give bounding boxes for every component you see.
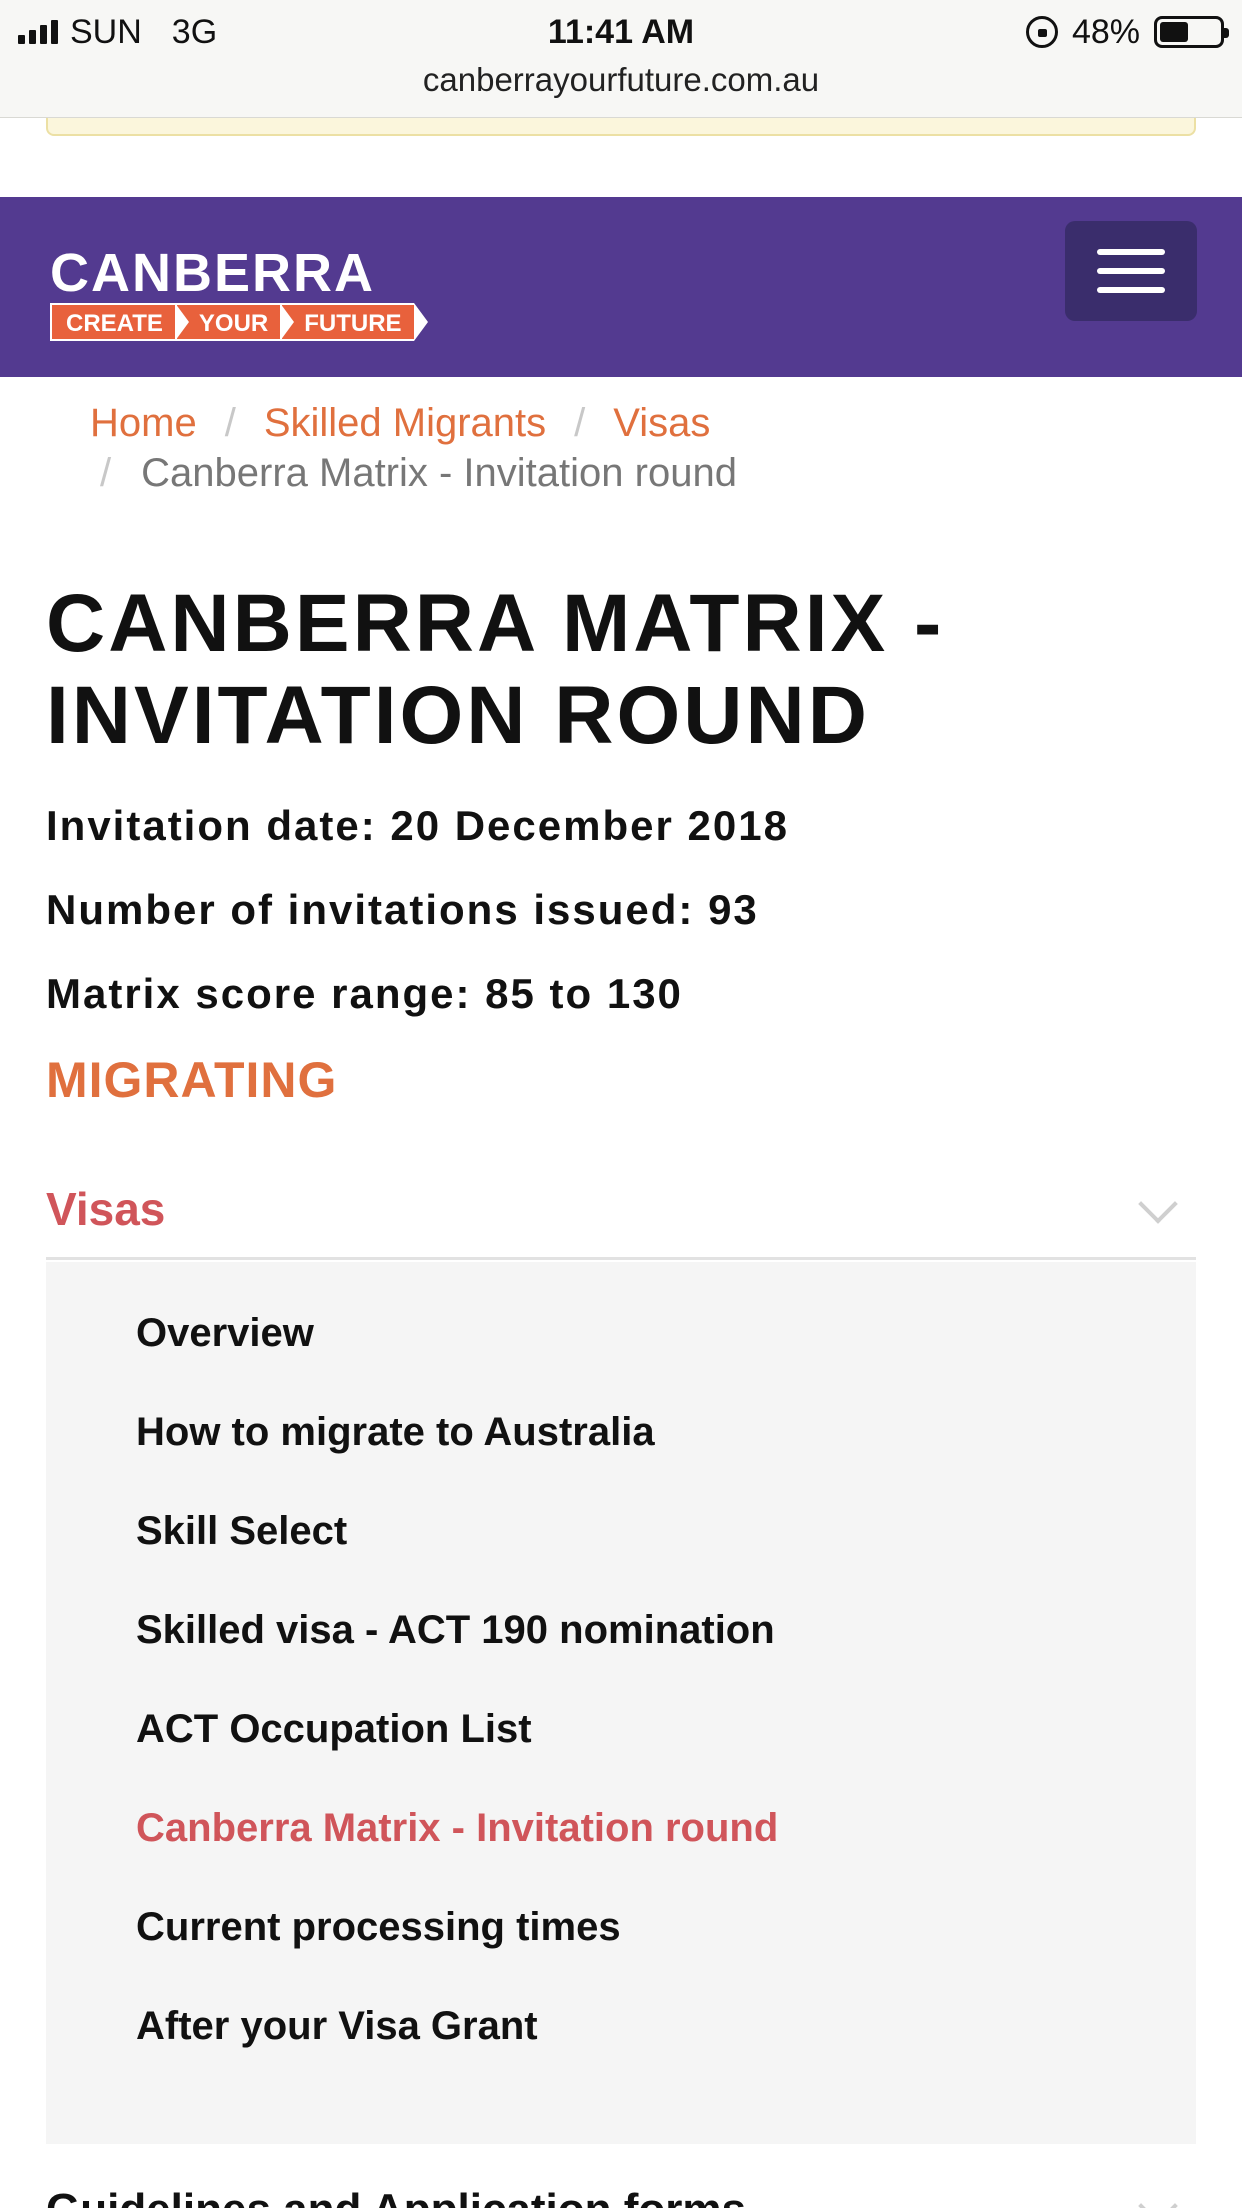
- logo-tagline-create: CREATE: [50, 303, 189, 341]
- address-bar-url[interactable]: canberrayourfuture.com.au: [0, 60, 1242, 100]
- submenu-item-canberra-matrix[interactable]: Canberra Matrix - Invitation round: [46, 1779, 1196, 1878]
- logo-tagline: CREATE YOUR FUTURE: [50, 303, 428, 341]
- accordion-label: Visas: [46, 1182, 166, 1235]
- hamburger-menu-button[interactable]: [1065, 221, 1197, 321]
- visas-submenu: Overview How to migrate to Australia Ski…: [46, 1262, 1196, 2144]
- page-title: CANBERRA MATRIX - INVITATION ROUND: [46, 578, 1196, 762]
- page-title-line2: INVITATION ROUND: [46, 670, 870, 761]
- sidebar-heading: MIGRATING: [46, 1052, 338, 1108]
- submenu-item-after-visa-grant[interactable]: After your Visa Grant: [46, 1977, 1196, 2076]
- breadcrumb-home[interactable]: Home: [90, 398, 197, 448]
- chevron-down-icon: [1138, 1190, 1176, 1228]
- breadcrumb-separator: /: [100, 451, 112, 495]
- site-header: CANBERRA CREATE YOUR FUTURE: [0, 197, 1242, 377]
- submenu-item-skill-select[interactable]: Skill Select: [46, 1482, 1196, 1581]
- chevron-down-icon: [1138, 2192, 1176, 2208]
- invitation-date: Invitation date: 20 December 2018: [46, 802, 789, 849]
- breadcrumb-skilled-migrants[interactable]: Skilled Migrants: [264, 398, 546, 448]
- breadcrumb-separator: /: [574, 401, 586, 445]
- submenu-item-how-to-migrate[interactable]: How to migrate to Australia: [46, 1383, 1196, 1482]
- accordion-label: Guidelines and Application forms: [46, 2180, 746, 2208]
- logo-tagline-future: FUTURE: [280, 303, 428, 341]
- breadcrumb-current: Canberra Matrix - Invitation round: [141, 451, 737, 495]
- logo-wordmark: CANBERRA: [50, 243, 375, 303]
- canberra-logo[interactable]: CANBERRA CREATE YOUR FUTURE: [50, 243, 428, 341]
- orientation-lock-icon: [1025, 16, 1058, 48]
- submenu-item-occupation-list[interactable]: ACT Occupation List: [46, 1680, 1196, 1779]
- status-bar: SUN 3G 11:41 AM 48% canberrayourfuture.c…: [0, 0, 1242, 118]
- submenu-item-skilled-visa-190[interactable]: Skilled visa - ACT 190 nomination: [46, 1581, 1196, 1680]
- submenu-item-processing-times[interactable]: Current processing times: [46, 1878, 1196, 1977]
- breadcrumb: Home / Skilled Migrants / Visas / Canber…: [90, 398, 1190, 498]
- hamburger-icon: [1097, 249, 1165, 255]
- status-right: 48%: [1025, 10, 1229, 54]
- logo-tagline-your: YOUR: [174, 303, 295, 341]
- submenu-item-overview[interactable]: Overview: [46, 1284, 1196, 1383]
- guidelines-accordion-toggle[interactable]: Guidelines and Application forms: [46, 2180, 1196, 2208]
- battery-icon: [1154, 16, 1229, 48]
- battery-fill: [1160, 22, 1188, 42]
- notice-banner-edge: [46, 118, 1196, 136]
- battery-percent: 48%: [1071, 12, 1140, 51]
- page-title-line1: CANBERRA MATRIX -: [46, 578, 945, 669]
- score-range: Matrix score range: 85 to 130: [46, 970, 683, 1017]
- breadcrumb-visas[interactable]: Visas: [613, 398, 710, 448]
- breadcrumb-separator: /: [224, 401, 236, 445]
- visas-accordion-toggle[interactable]: Visas: [46, 1160, 1196, 1260]
- invitations-issued: Number of invitations issued: 93: [46, 886, 759, 933]
